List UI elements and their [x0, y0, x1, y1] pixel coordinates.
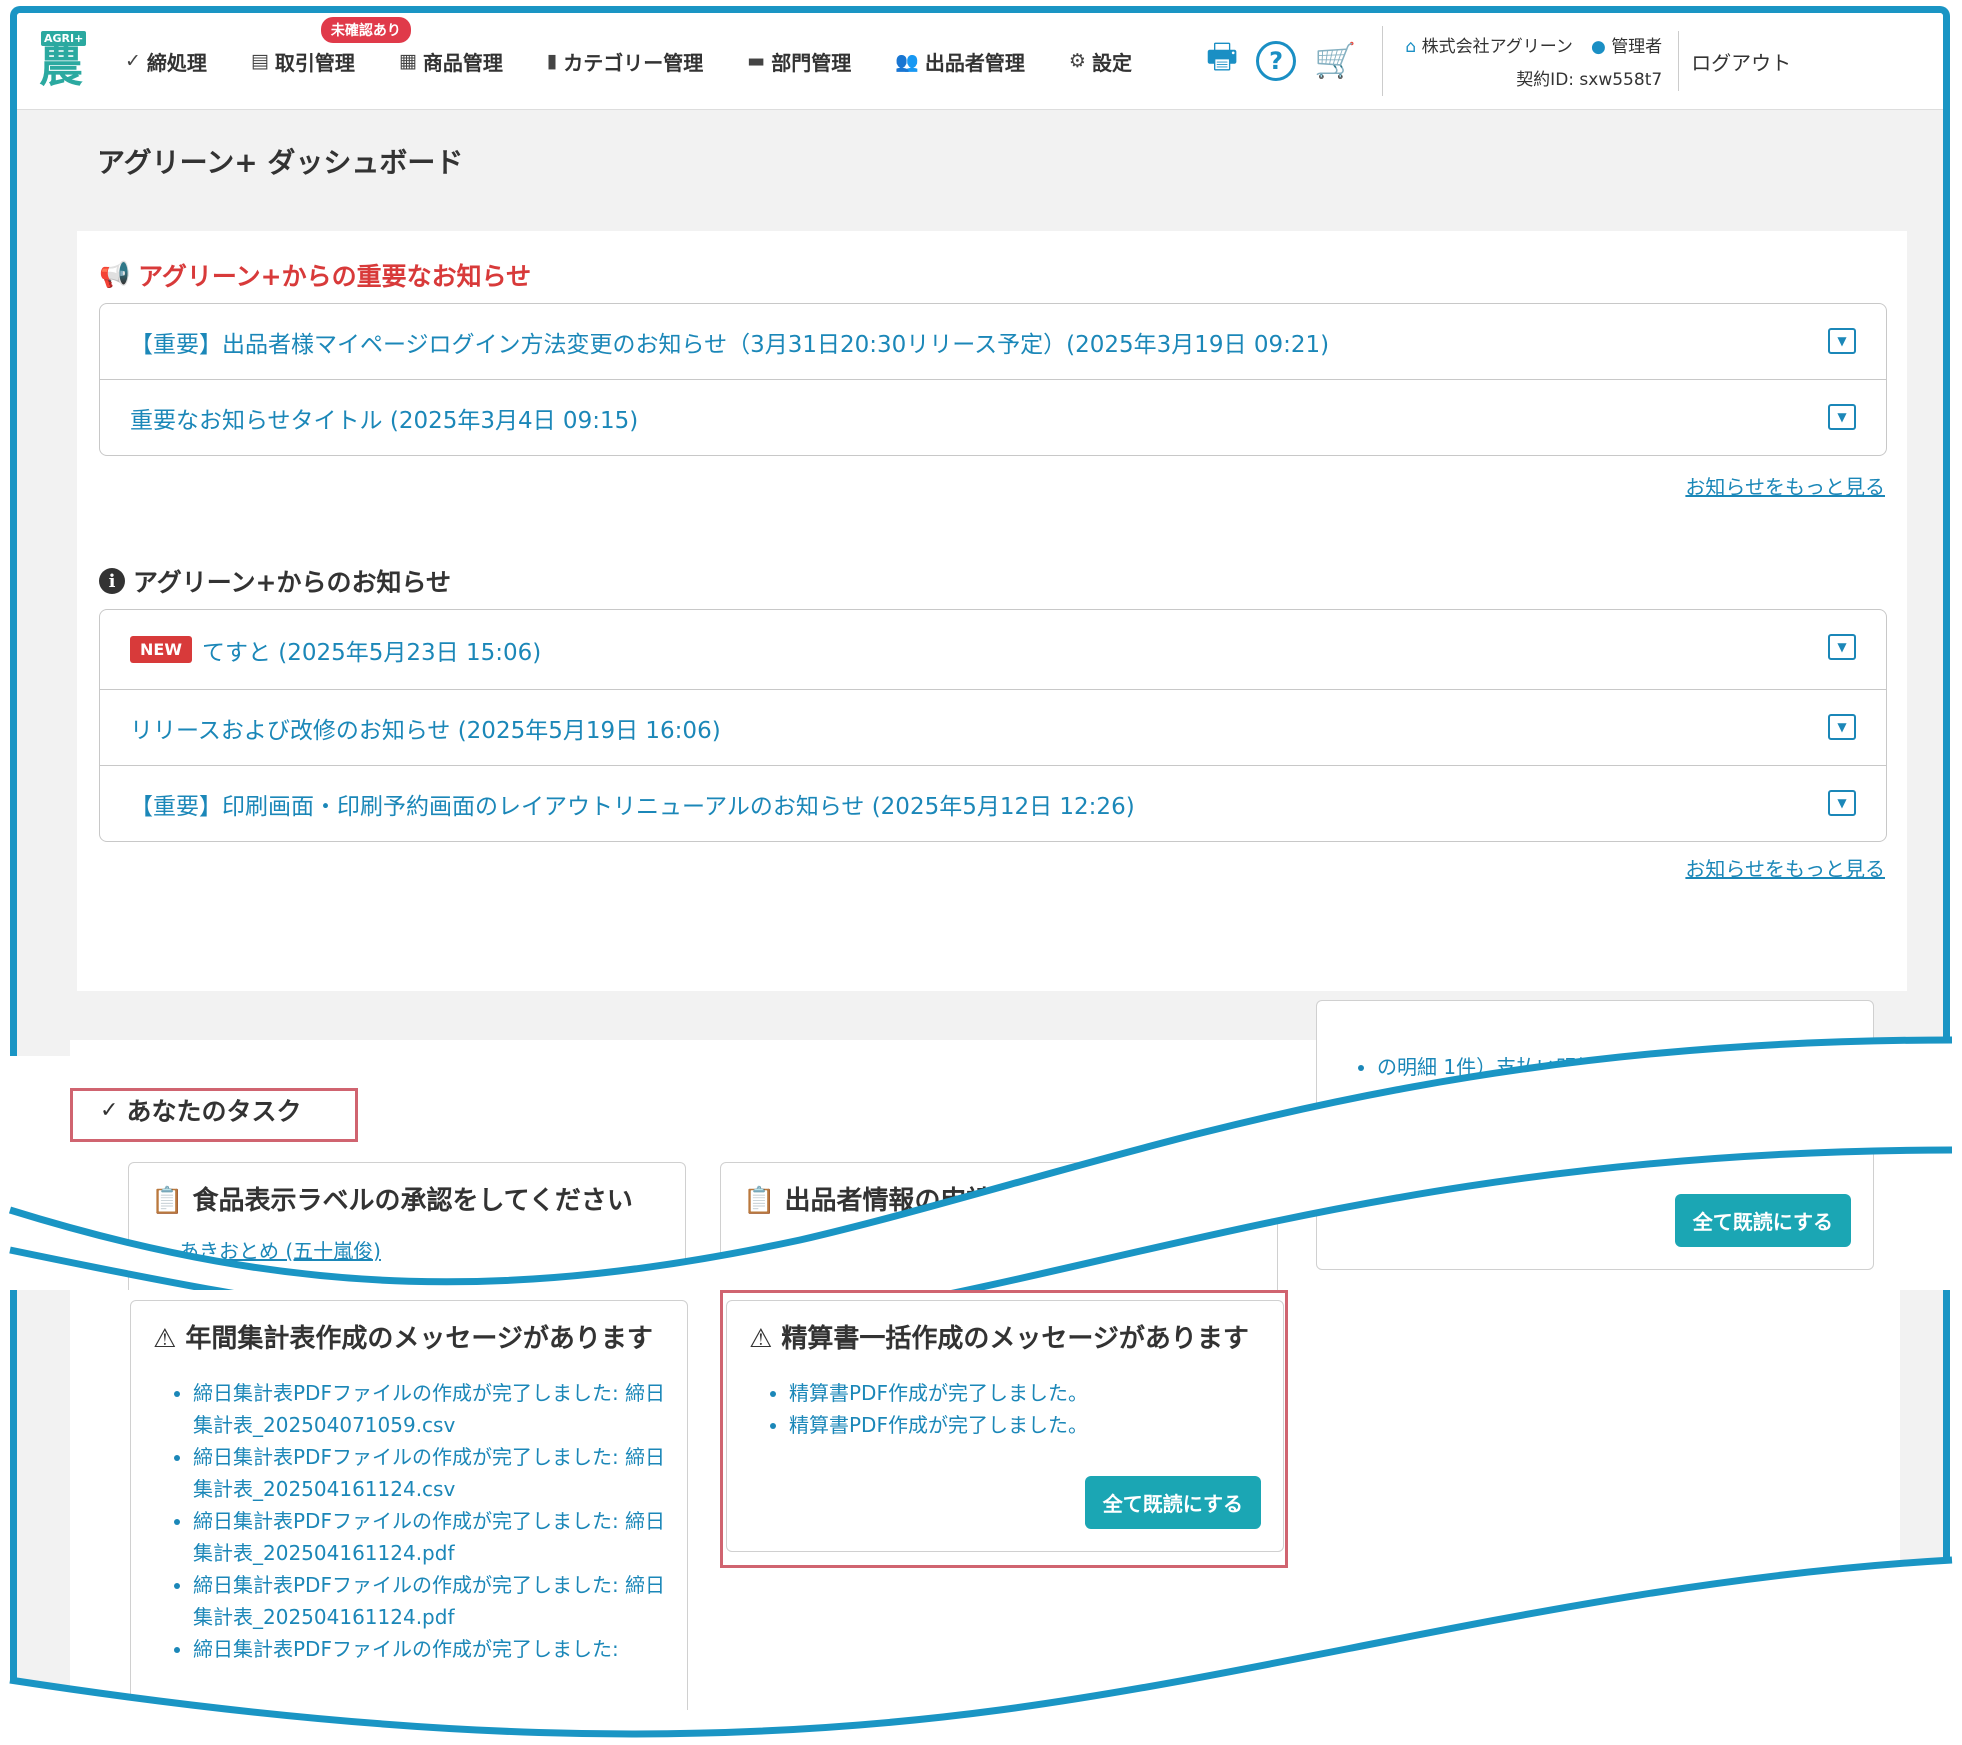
printer-icon[interactable]: 🖶 [1206, 33, 1238, 90]
chevron-down-icon[interactable]: ▼ [1828, 404, 1856, 430]
gear-icon: ⚙ [1068, 50, 1086, 72]
notice-item[interactable]: リリースおよび改修のお知らせ (2025年5月19日 16:06) ▼ [100, 690, 1886, 766]
nav-products[interactable]: ▦ 商品管理 [399, 47, 503, 76]
clipboard-icon: 📋 [151, 1186, 184, 1216]
new-badge: NEW [130, 636, 192, 663]
mark-all-read-button[interactable]: 全て既読にする [1674, 1194, 1851, 1247]
list-item[interactable]: 締日集計表PDFファイルの作成が完了しました: 締日集計表_2025040710… [193, 1377, 667, 1441]
list-item[interactable]: 2025年5月23日作成（明細 1件）支払い明細の出力が完了しました。 [1377, 1083, 1853, 1147]
list-item[interactable]: の明細 1件）支払い明細の出力が完了しました。 [1377, 1051, 1853, 1083]
nav-closing[interactable]: ✓ 締処理 [125, 47, 207, 76]
ledger-icon: ▤ [250, 50, 269, 72]
notices-list: NEW てすと (2025年5月23日 15:06) ▼ リリースおよび改修のお… [99, 609, 1887, 842]
payment-card: の明細 1件）支払い明細の出力が完了しました。 2025年5月23日作成（明細 … [1316, 1000, 1874, 1270]
seller-info-card: 📋 出品者情報の申請を [720, 1162, 1278, 1304]
list-item[interactable]: 締日集計表PDFファイルの作成が完了しました: 締日集計表_2025041611… [193, 1441, 667, 1505]
notice-item[interactable]: 【重要】印刷画面・印刷予約画面のレイアウトリニューアルのお知らせ (2025年5… [100, 766, 1886, 841]
notice-item[interactable]: NEW てすと (2025年5月23日 15:06) ▼ [100, 610, 1886, 690]
label-approval-item[interactable]: あきおとめ (五十嵐俊) [179, 1235, 685, 1264]
nav-sellers[interactable]: 👥 出品者管理 [895, 47, 1025, 76]
clipboard-icon: 📋 [743, 1186, 776, 1216]
megaphone-icon: 📢 [99, 260, 131, 289]
cart-icon[interactable]: 🛒 [1314, 41, 1356, 81]
unconfirmed-badge: 未確認あり [320, 16, 411, 43]
warning-icon: ⚠ [153, 1324, 177, 1354]
highlight-settlement-card [720, 1290, 1288, 1568]
more-important-link[interactable]: お知らせをもっと見る [1685, 471, 1885, 500]
chevron-down-icon[interactable]: ▼ [1828, 328, 1856, 354]
app-logo[interactable]: AGRI+ 農 [39, 31, 93, 91]
user-role: ● 管理者 [1590, 37, 1663, 57]
annual-summary-title: ⚠ 年間集計表作成のメッセージがあります [153, 1324, 653, 1354]
notices-panel: 📢 アグリーン+からの重要なお知らせ 【重要】出品者様マイページログイン方法変更… [77, 231, 1907, 991]
nav-settings[interactable]: ⚙ 設定 [1069, 47, 1132, 76]
torn-edge-bottom-decoration [0, 1556, 1962, 1745]
folder-icon: ▬ [747, 50, 766, 72]
label-approval-title: 📋 食品表示ラベルの承認をしてください [151, 1186, 633, 1216]
important-list: 【重要】出品者様マイページログイン方法変更のお知らせ（3月31日20:30リリー… [99, 303, 1887, 456]
chevron-down-icon[interactable]: ▼ [1828, 790, 1856, 816]
nav-transactions[interactable]: 未確認あり ▤ 取引管理 [250, 16, 411, 76]
check-circle-icon: ✓ [125, 50, 141, 72]
payment-list: の明細 1件）支払い明細の出力が完了しました。 2025年5月23日作成（明細 … [1377, 1051, 1853, 1147]
info-icon: i [99, 568, 125, 594]
notices-heading: i アグリーン+からのお知らせ [99, 563, 451, 599]
important-item[interactable]: 【重要】出品者様マイページログイン方法変更のお知らせ（3月31日20:30リリー… [100, 304, 1886, 380]
chevron-down-icon[interactable]: ▼ [1828, 634, 1856, 660]
users-icon: 👥 [895, 50, 919, 73]
important-heading: 📢 アグリーン+からの重要なお知らせ [99, 260, 532, 291]
contract-id: 契約ID: sxw558t7 [1516, 70, 1663, 90]
important-item[interactable]: 重要なお知らせタイトル (2025年3月4日 09:15) ▼ [100, 380, 1886, 455]
header-divider [1382, 26, 1384, 96]
app-header: AGRI+ 農 ✓ 締処理 未確認あり ▤ 取引管理 ▦ 商品管理 ▮ カテゴリー管理 ▬… [17, 13, 1943, 110]
user-icon: ● [1590, 37, 1606, 57]
help-icon[interactable]: ? [1256, 41, 1297, 81]
store-icon: ⌂ [1405, 37, 1417, 57]
chevron-down-icon[interactable]: ▼ [1828, 714, 1856, 740]
bookmark-icon: ▮ [546, 50, 558, 72]
logout-link[interactable]: ログアウト [1678, 31, 1791, 91]
basket-icon: ▦ [398, 50, 417, 72]
more-notices-link[interactable]: お知らせをもっと見る [1685, 853, 1885, 882]
company-name: ⌂ 株式会社アグリーン [1405, 37, 1573, 57]
highlight-tasks-heading [70, 1088, 358, 1142]
nav-categories[interactable]: ▮ カテゴリー管理 [547, 47, 703, 76]
account-info: ⌂ 株式会社アグリーン ● 管理者 契約ID: sxw558t7 [1405, 32, 1662, 90]
top-section: AGRI+ 農 ✓ 締処理 未確認あり ▤ 取引管理 ▦ 商品管理 ▮ カテゴリー管理 ▬… [10, 6, 1950, 1056]
label-approval-card: 📋 食品表示ラベルの承認をしてください あきおとめ (五十嵐俊) [128, 1162, 686, 1304]
tasks-panel: ✓ あなたのタスク 📋 食品表示ラベルの承認をしてください あきおとめ (五十嵐… [70, 1000, 1900, 1304]
page-title: アグリーン+ ダッシュボード [97, 146, 464, 179]
seller-info-title: 📋 出品者情報の申請を [743, 1186, 1019, 1216]
nav-departments[interactable]: ▬ 部門管理 [747, 47, 851, 76]
